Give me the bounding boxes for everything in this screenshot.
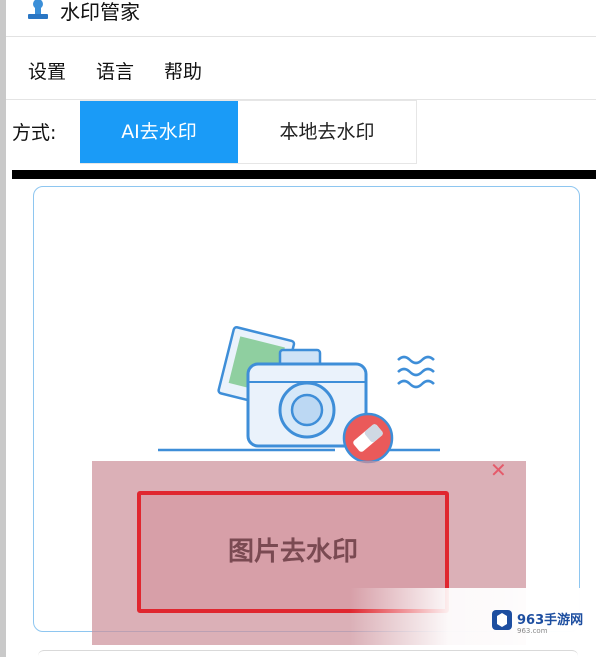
title-bar: 水印管家 [6, 0, 596, 37]
site-logo-icon [492, 610, 512, 630]
mode-selector: 方式: AI去水印 本地去水印 [6, 100, 596, 166]
stamp-icon [28, 0, 48, 19]
site-watermark-domain: 963.com [517, 627, 548, 635]
mode-label: 方式: [12, 122, 57, 144]
camera-eraser-illustration [158, 326, 440, 464]
close-icon[interactable]: ✕ [490, 458, 507, 482]
menu-item-language[interactable]: 语言 [96, 57, 134, 84]
menu-item-settings[interactable]: 设置 [28, 57, 66, 84]
menu-item-help[interactable]: 帮助 [164, 57, 202, 84]
app-title: 水印管家 [60, 0, 140, 24]
tab-ai-remove[interactable]: AI去水印 [80, 101, 238, 163]
divider-bar [12, 170, 596, 179]
mode-tabs: AI去水印 本地去水印 [80, 100, 417, 164]
site-watermark-brand: 963手游网 [517, 613, 584, 628]
menu-bar: 设置 语言 帮助 [6, 37, 596, 100]
tab-local-remove[interactable]: 本地去水印 [238, 101, 416, 163]
